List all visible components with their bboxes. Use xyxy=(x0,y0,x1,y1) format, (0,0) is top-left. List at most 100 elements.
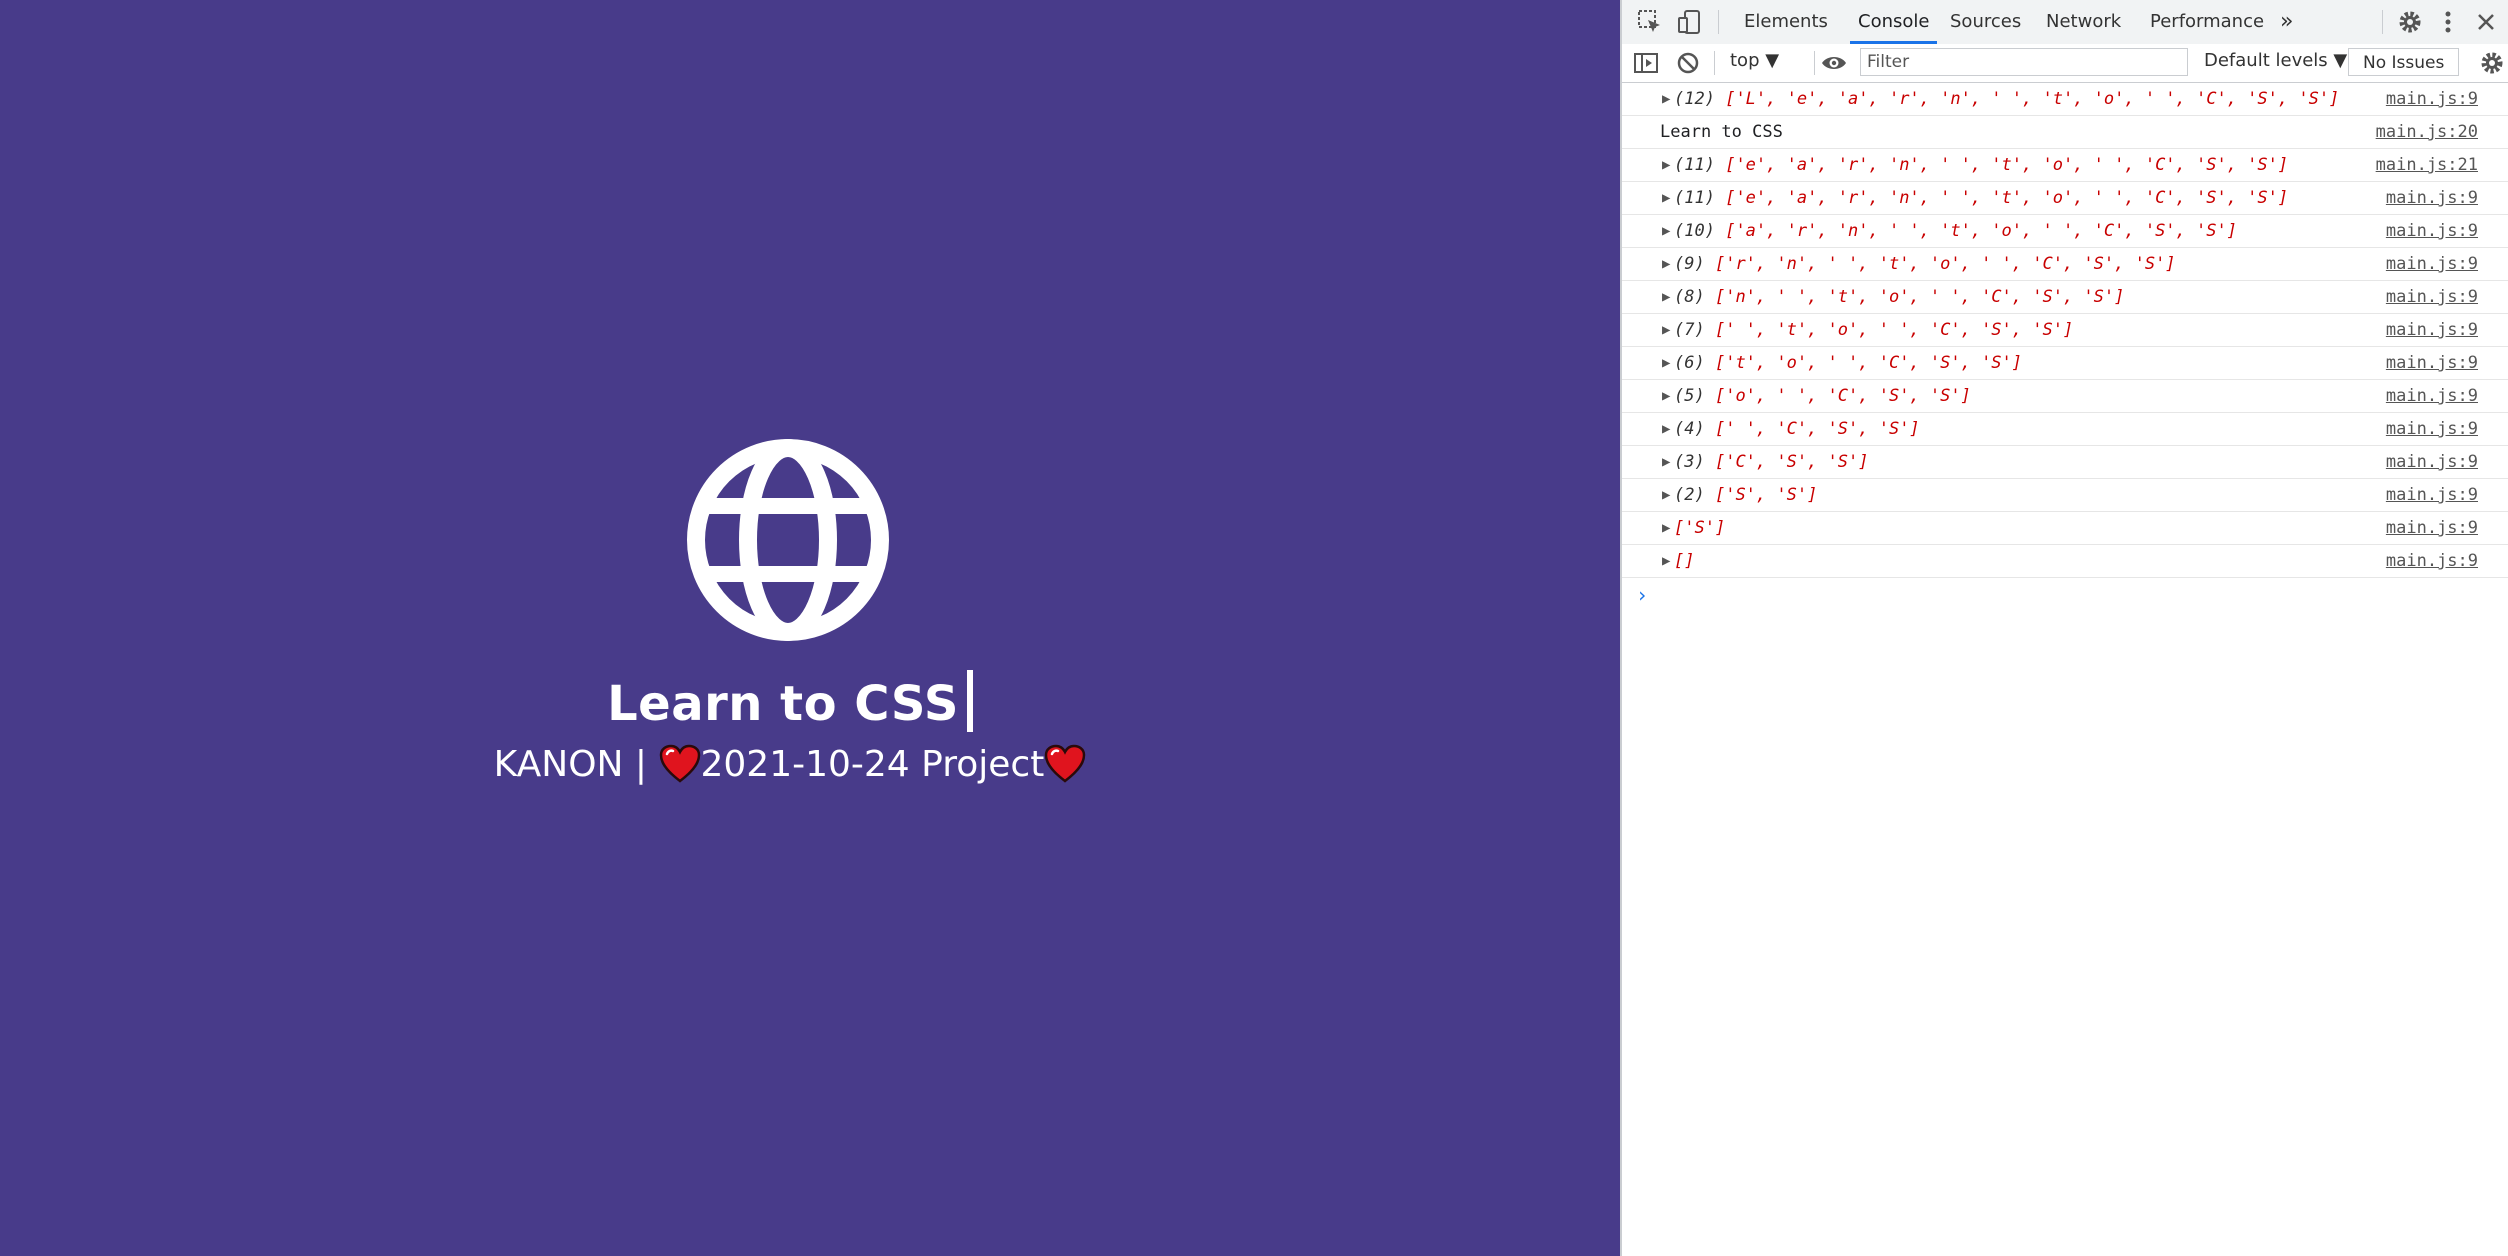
array-values: [' ', 't', 'o', ' ', 'C', 'S', 'S'] xyxy=(1714,320,2074,340)
array-length: (2) xyxy=(1674,485,1705,505)
console-message-row[interactable]: ▶ (2) ['S', 'S'] main.js:9 xyxy=(1622,479,2508,512)
array-length: (4) xyxy=(1674,419,1705,439)
console-message-row[interactable]: ▶ ['S'] main.js:9 xyxy=(1622,512,2508,545)
source-link[interactable]: main.js:9 xyxy=(2386,83,2478,115)
tab-performance[interactable]: Performance xyxy=(2150,0,2264,44)
source-link[interactable]: main.js:9 xyxy=(2386,413,2478,445)
context-selector[interactable]: top ▼ xyxy=(1730,50,1779,71)
array-values: ['n', ' ', 't', 'o', ' ', 'C', 'S', 'S'] xyxy=(1714,287,2125,307)
array-length: (6) xyxy=(1674,353,1705,373)
console-message-row[interactable]: ▶ (11) ['e', 'a', 'r', 'n', ' ', 't', 'o'… xyxy=(1622,149,2508,182)
console-message-row[interactable]: ▶ (5) ['o', ' ', 'C', 'S', 'S'] main.js:9 xyxy=(1622,380,2508,413)
log-array: (12) ['L', 'e', 'a', 'r', 'n', ' ', 't',… xyxy=(1674,83,2339,115)
log-levels-dropdown[interactable]: Default levels ▼ xyxy=(2204,50,2347,71)
source-link[interactable]: main.js:9 xyxy=(2386,215,2478,247)
settings-gear-icon[interactable] xyxy=(2396,8,2424,36)
array-values: ['e', 'a', 'r', 'n', ' ', 't', 'o', ' ',… xyxy=(1725,188,2289,208)
expand-triangle-icon[interactable]: ▶ xyxy=(1662,479,1670,511)
array-length: (11) xyxy=(1674,188,1715,208)
inspect-element-icon[interactable] xyxy=(1636,8,1664,36)
devtools-tabbar: Elements Console Sources Network Perform… xyxy=(1622,0,2508,45)
array-values: ['e', 'a', 'r', 'n', ' ', 't', 'o', ' ',… xyxy=(1725,155,2289,175)
source-link[interactable]: main.js:9 xyxy=(2386,545,2478,577)
array-values: ['C', 'S', 'S'] xyxy=(1714,452,1869,472)
console-message-row[interactable]: ▶ (10) ['a', 'r', 'n', ' ', 't', 'o', ' '… xyxy=(1622,215,2508,248)
project-label: 2021-10-24 Project xyxy=(700,744,1045,785)
console-message-row[interactable]: ▶ (12) ['L', 'e', 'a', 'r', 'n', ' ', 't'… xyxy=(1622,83,2508,116)
expand-triangle-icon[interactable]: ▶ xyxy=(1662,545,1670,577)
expand-triangle-icon[interactable]: ▶ xyxy=(1662,380,1670,412)
more-tabs-button[interactable]: » xyxy=(2280,0,2293,44)
source-link[interactable]: main.js:9 xyxy=(2386,248,2478,280)
expand-triangle-icon[interactable]: ▶ xyxy=(1662,248,1670,280)
console-filter-input[interactable] xyxy=(1860,48,2188,76)
source-link[interactable]: main.js:9 xyxy=(2386,446,2478,478)
issues-button[interactable]: No Issues xyxy=(2348,48,2460,76)
log-array: (9) ['r', 'n', ' ', 't', 'o', ' ', 'C', … xyxy=(1674,248,2176,280)
console-prompt[interactable]: › xyxy=(1622,578,2508,612)
console-message-row[interactable]: ▶ (11) ['e', 'a', 'r', 'n', ' ', 't', 'o'… xyxy=(1622,182,2508,215)
console-messages: ▶ (12) ['L', 'e', 'a', 'r', 'n', ' ', 't'… xyxy=(1622,83,2508,578)
console-message-row[interactable]: ▶ (7) [' ', 't', 'o', ' ', 'C', 'S', 'S']… xyxy=(1622,314,2508,347)
array-length: (9) xyxy=(1674,254,1705,274)
tab-console[interactable]: Console xyxy=(1850,0,1938,44)
array-values: [' ', 'C', 'S', 'S'] xyxy=(1714,419,1920,439)
console-message-row[interactable]: ▶ (9) ['r', 'n', ' ', 't', 'o', ' ', 'C',… xyxy=(1622,248,2508,281)
clear-console-icon[interactable] xyxy=(1674,49,1702,77)
console-settings-gear-icon[interactable] xyxy=(2478,49,2506,77)
console-message-row[interactable]: ▶ [] main.js:9 xyxy=(1622,545,2508,578)
log-array: (8) ['n', ' ', 't', 'o', ' ', 'C', 'S', … xyxy=(1674,281,2124,313)
log-array: (11) ['e', 'a', 'r', 'n', ' ', 't', 'o',… xyxy=(1674,149,2288,181)
expand-triangle-icon[interactable]: ▶ xyxy=(1662,83,1670,115)
close-icon[interactable] xyxy=(2472,8,2500,36)
webpage-viewport: Learn to CSS KANON | 2021-10-24 Project xyxy=(0,0,1620,1256)
heart-icon xyxy=(1045,744,1086,783)
page-title: Learn to CSS xyxy=(607,676,959,732)
title-block: Learn to CSS xyxy=(0,670,1580,732)
array-length: (10) xyxy=(1674,221,1715,241)
console-toolbar: top ▼ Default levels ▼ No Issues xyxy=(1622,44,2508,83)
log-array: (7) [' ', 't', 'o', ' ', 'C', 'S', 'S'] xyxy=(1674,314,2073,346)
array-values: [] xyxy=(1674,551,1695,571)
source-link[interactable]: main.js:9 xyxy=(2386,512,2478,544)
source-link[interactable]: main.js:9 xyxy=(2386,182,2478,214)
source-link[interactable]: main.js:9 xyxy=(2386,479,2478,511)
expand-triangle-icon[interactable]: ▶ xyxy=(1662,182,1670,214)
array-values: ['o', ' ', 'C', 'S', 'S'] xyxy=(1714,386,1971,406)
expand-triangle-icon[interactable]: ▶ xyxy=(1662,347,1670,379)
expand-triangle-icon[interactable]: ▶ xyxy=(1662,215,1670,247)
console-message-row[interactable]: ▶ (6) ['t', 'o', ' ', 'C', 'S', 'S'] main.… xyxy=(1622,347,2508,380)
console-message-row[interactable]: ▶ (3) ['C', 'S', 'S'] main.js:9 xyxy=(1622,446,2508,479)
source-link[interactable]: main.js:9 xyxy=(2386,314,2478,346)
log-array: (3) ['C', 'S', 'S'] xyxy=(1674,446,1869,478)
log-array: (11) ['e', 'a', 'r', 'n', ' ', 't', 'o',… xyxy=(1674,182,2288,214)
tabbar-divider xyxy=(1718,10,1719,34)
more-options-icon[interactable] xyxy=(2434,8,2462,36)
source-link[interactable]: main.js:9 xyxy=(2386,347,2478,379)
device-toolbar-icon[interactable] xyxy=(1676,8,1704,36)
array-length: (7) xyxy=(1674,320,1705,340)
console-message-row[interactable]: Learn to CSS main.js:20 xyxy=(1622,116,2508,149)
tab-network[interactable]: Network xyxy=(2046,0,2121,44)
console-message-row[interactable]: ▶ (4) [' ', 'C', 'S', 'S'] main.js:9 xyxy=(1622,413,2508,446)
log-array: ['S'] xyxy=(1674,512,1725,544)
source-link[interactable]: main.js:20 xyxy=(2376,116,2478,148)
console-message-row[interactable]: ▶ (8) ['n', ' ', 't', 'o', ' ', 'C', 'S',… xyxy=(1622,281,2508,314)
heart-icon xyxy=(659,744,700,783)
live-expression-eye-icon[interactable] xyxy=(1820,49,1848,77)
expand-triangle-icon[interactable]: ▶ xyxy=(1662,413,1670,445)
tab-elements[interactable]: Elements xyxy=(1744,0,1828,44)
source-link[interactable]: main.js:9 xyxy=(2386,281,2478,313)
log-array: [] xyxy=(1674,545,1694,577)
devtools-panel: Elements Console Sources Network Perform… xyxy=(1620,0,2508,1256)
expand-triangle-icon[interactable]: ▶ xyxy=(1662,281,1670,313)
expand-triangle-icon[interactable]: ▶ xyxy=(1662,149,1670,181)
sidebar-toggle-icon[interactable] xyxy=(1632,49,1660,77)
source-link[interactable]: main.js:9 xyxy=(2386,380,2478,412)
expand-triangle-icon[interactable]: ▶ xyxy=(1662,512,1670,544)
tab-sources[interactable]: Sources xyxy=(1950,0,2021,44)
expand-triangle-icon[interactable]: ▶ xyxy=(1662,314,1670,346)
source-link[interactable]: main.js:21 xyxy=(2376,149,2478,181)
expand-triangle-icon[interactable]: ▶ xyxy=(1662,446,1670,478)
log-array: (5) ['o', ' ', 'C', 'S', 'S'] xyxy=(1674,380,1971,412)
